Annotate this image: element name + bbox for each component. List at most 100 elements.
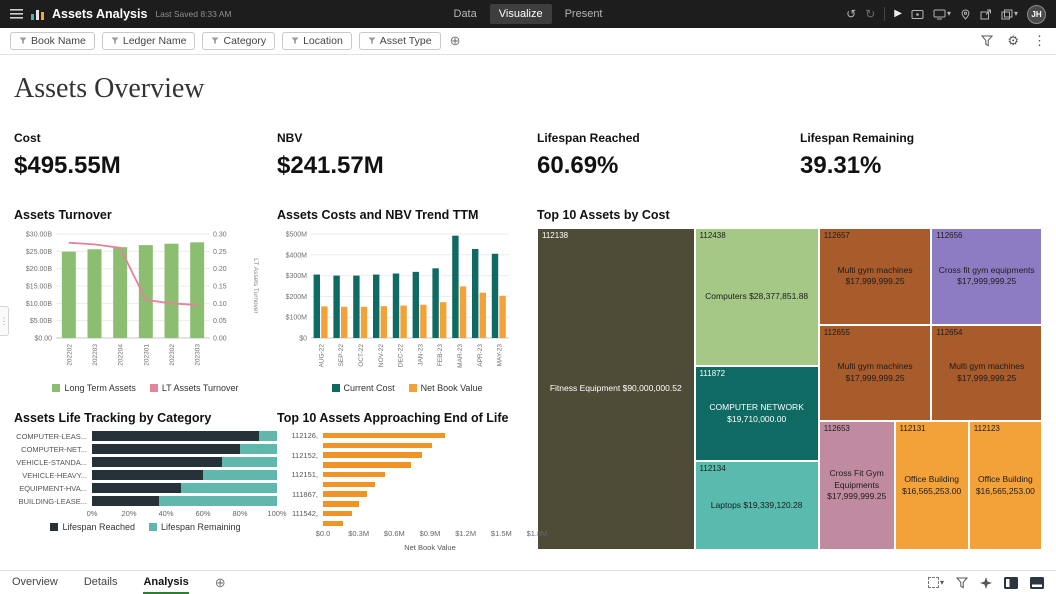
- bar-current-cost[interactable]: [413, 272, 419, 338]
- canvas-tab-details[interactable]: Details: [84, 571, 118, 594]
- avatar[interactable]: JH: [1027, 5, 1046, 24]
- bar-net-book-value[interactable]: [323, 443, 432, 449]
- treemap-tile-112438[interactable]: 112438Computers $28,377,851.88: [695, 228, 819, 366]
- canvas-tab-analysis[interactable]: Analysis: [143, 571, 188, 594]
- bar-current-cost[interactable]: [492, 254, 498, 338]
- legend-item-current-cost[interactable]: Current Cost: [332, 383, 395, 393]
- segment-lifespan-reached[interactable]: [92, 444, 240, 454]
- sparkle-icon[interactable]: [980, 577, 992, 589]
- assets-turnover-plot[interactable]: $0.000.00$5.00B0.05$10.00B0.10$15.00B0.1…: [14, 228, 277, 381]
- tab-visualize[interactable]: Visualize: [490, 4, 552, 24]
- treemap-tile-112657[interactable]: 112657Multi gym machines $17,999,999.25: [819, 228, 932, 325]
- bar-current-cost[interactable]: [452, 236, 458, 338]
- redo-icon[interactable]: ↻: [865, 8, 875, 20]
- treemap-tile-112654[interactable]: 112654Multi gym machines $17,999,999.25: [931, 325, 1042, 422]
- bar-net-book-value[interactable]: [323, 462, 411, 468]
- export-icon[interactable]: [980, 9, 992, 20]
- kpi-nbv[interactable]: NBV $241.57M: [277, 131, 537, 180]
- filter-chip-ledger-name[interactable]: Ledger Name: [102, 32, 196, 50]
- canvas-tab-overview[interactable]: Overview: [12, 571, 58, 594]
- bar-long-term-assets[interactable]: [190, 242, 204, 338]
- tab-data[interactable]: Data: [445, 4, 486, 24]
- bar-net-book-value[interactable]: [323, 452, 422, 458]
- treemap-tile-112655[interactable]: 112655Multi gym machines $17,999,999.25: [819, 325, 932, 422]
- display-settings-icon[interactable]: ▾: [933, 9, 951, 20]
- bar-net-book-value[interactable]: [323, 433, 445, 439]
- bar-net-book-value[interactable]: [400, 306, 406, 338]
- bar-net-book-value[interactable]: [499, 296, 505, 338]
- bar-current-cost[interactable]: [393, 274, 399, 338]
- segment-lifespan-reached[interactable]: [92, 470, 203, 480]
- bar-net-book-value[interactable]: [460, 286, 466, 338]
- treemap-tile-112123[interactable]: 112123Office Building $16,565,253.00: [969, 421, 1042, 550]
- filter-chip-book-name[interactable]: Book Name: [10, 32, 95, 50]
- bar-net-book-value[interactable]: [323, 501, 359, 507]
- add-canvas-icon[interactable]: ⊕: [215, 575, 226, 591]
- segment-lifespan-remaining[interactable]: [259, 431, 278, 441]
- bar-long-term-assets[interactable]: [113, 247, 127, 338]
- add-filter-icon[interactable]: ⊕: [450, 33, 461, 49]
- legend-item-lifespan-remaining[interactable]: Lifespan Remaining: [149, 522, 241, 532]
- bar-long-term-assets[interactable]: [88, 249, 102, 338]
- tab-present[interactable]: Present: [556, 4, 612, 24]
- bar-current-cost[interactable]: [472, 249, 478, 338]
- treemap-plot[interactable]: 112138Fitness Equipment $90,000,000.5211…: [537, 228, 1042, 550]
- segment-lifespan-reached[interactable]: [92, 483, 181, 493]
- bar-long-term-assets[interactable]: [62, 252, 76, 338]
- filter-chip-location[interactable]: Location: [282, 32, 352, 50]
- bar-net-book-value[interactable]: [323, 482, 375, 488]
- bar-current-cost[interactable]: [314, 275, 320, 338]
- pages-icon[interactable]: ▾: [1001, 9, 1018, 20]
- bar-net-book-value[interactable]: [323, 491, 367, 497]
- bar-net-book-value[interactable]: [420, 305, 426, 338]
- filter-chip-category[interactable]: Category: [202, 32, 275, 50]
- filter-funnel-icon[interactable]: [981, 35, 993, 47]
- kebab-menu-icon[interactable]: ⋮: [1033, 33, 1046, 49]
- undo-icon[interactable]: ↺: [846, 8, 856, 20]
- canvas-size-icon[interactable]: ▾: [928, 577, 944, 588]
- hamburger-menu-icon[interactable]: [10, 9, 23, 19]
- segment-lifespan-reached[interactable]: [92, 431, 259, 441]
- treemap-tile-112653[interactable]: 112653Cross Fit Gym Equipments $17,999,9…: [819, 421, 895, 550]
- legend-item-long-term-assets[interactable]: Long Term Assets: [52, 383, 135, 393]
- end-of-life-plot[interactable]: 112126,112152,112151,111867,111542,$0.0$…: [277, 431, 537, 540]
- cost-nbv-plot[interactable]: $0$100M$200M$300M$400M$500MAUG-22SEP-22O…: [277, 228, 537, 381]
- bar-net-book-value[interactable]: [440, 302, 446, 338]
- segment-lifespan-remaining[interactable]: [240, 444, 277, 454]
- treemap-tile-112134[interactable]: 112134Laptops $19,339,120.28: [695, 461, 819, 550]
- map-pin-icon[interactable]: [960, 9, 971, 20]
- bar-long-term-assets[interactable]: [165, 244, 179, 338]
- bar-net-book-value[interactable]: [323, 472, 385, 478]
- kpi-lifespan-reached[interactable]: Lifespan Reached 60.69%: [537, 131, 800, 180]
- bar-net-book-value[interactable]: [361, 307, 367, 338]
- segment-lifespan-remaining[interactable]: [159, 496, 277, 506]
- panel-expand-handle[interactable]: ⋮: [0, 306, 9, 336]
- treemap-tile-112138[interactable]: 112138Fitness Equipment $90,000,000.52: [537, 228, 695, 550]
- bar-net-book-value[interactable]: [341, 307, 347, 338]
- bar-current-cost[interactable]: [333, 276, 339, 338]
- kpi-lifespan-remaining[interactable]: Lifespan Remaining 39.31%: [800, 131, 1046, 180]
- bar-net-book-value[interactable]: [323, 511, 352, 517]
- treemap-tile-112656[interactable]: 112656Cross fit gym equipments $17,999,9…: [931, 228, 1042, 325]
- legend-item-lt-assets-turnover[interactable]: LT Assets Turnover: [150, 383, 239, 393]
- bar-net-book-value[interactable]: [323, 521, 343, 527]
- legend-item-net-book-value[interactable]: Net Book Value: [409, 383, 483, 393]
- legend-item-lifespan-reached[interactable]: Lifespan Reached: [50, 522, 135, 532]
- filter-chip-asset-type[interactable]: Asset Type: [359, 32, 441, 50]
- preview-play-icon[interactable]: ▶: [894, 9, 902, 19]
- layout-bottom-panel-icon[interactable]: [1030, 577, 1044, 589]
- segment-lifespan-reached[interactable]: [92, 457, 222, 467]
- life-tracking-plot[interactable]: COMPUTER-LEAS...COMPUTER-NET...VEHICLE-S…: [14, 431, 277, 520]
- kpi-cost[interactable]: Cost $495.55M: [14, 131, 277, 180]
- filter-funnel-icon[interactable]: [956, 577, 968, 589]
- bar-net-book-value[interactable]: [480, 293, 486, 338]
- bar-current-cost[interactable]: [373, 275, 379, 338]
- layout-left-panel-icon[interactable]: [1004, 577, 1018, 589]
- segment-lifespan-remaining[interactable]: [203, 470, 277, 480]
- treemap-tile-112131[interactable]: 112131Office Building $16,565,253.00: [895, 421, 969, 550]
- present-screen-icon[interactable]: [911, 9, 924, 20]
- gear-icon[interactable]: ⚙: [1007, 33, 1019, 49]
- bar-current-cost[interactable]: [353, 276, 359, 338]
- segment-lifespan-reached[interactable]: [92, 496, 159, 506]
- treemap-tile-111872[interactable]: 111872COMPUTER NETWORK $19,710,000.00: [695, 366, 819, 461]
